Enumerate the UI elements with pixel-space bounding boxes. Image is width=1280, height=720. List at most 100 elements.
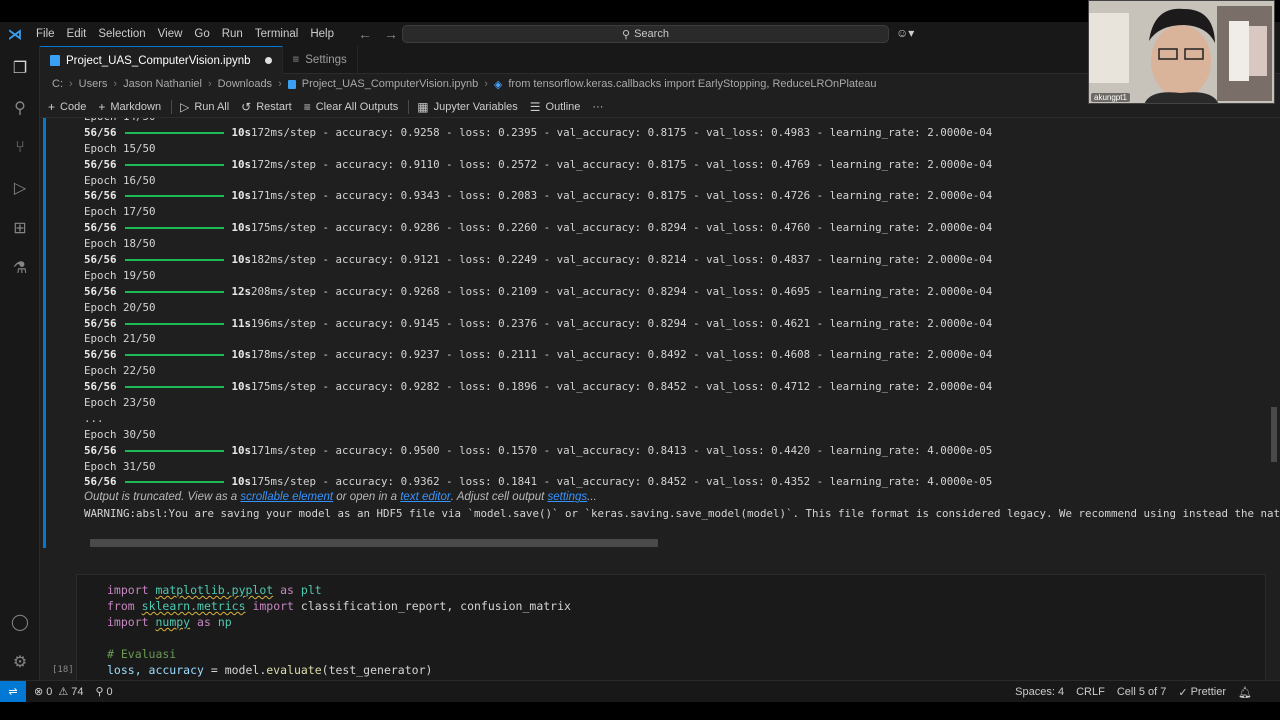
metric-value: 10s bbox=[231, 443, 252, 457]
more-actions-button[interactable]: ··· bbox=[592, 101, 603, 113]
output-line: Epoch 21/50 bbox=[84, 332, 156, 346]
metric-value: 4.0000e-05 bbox=[927, 443, 993, 457]
settings-tab-icon: ≡ bbox=[292, 54, 300, 66]
code-token: np bbox=[217, 614, 232, 629]
explorer-icon[interactable]: ❐ bbox=[8, 56, 32, 80]
warning-icon: ⚠ bbox=[58, 686, 69, 698]
notice-text: or open in a bbox=[333, 491, 401, 504]
account-icon[interactable]: ◯ bbox=[8, 610, 32, 634]
ports-indicator[interactable]: ⚲ 0 bbox=[95, 685, 112, 699]
remote-indicator-icon[interactable]: ⇌ bbox=[0, 680, 26, 702]
progress-bar bbox=[124, 386, 224, 389]
menu-terminal[interactable]: Terminal bbox=[249, 22, 304, 46]
metric-value: 0.9110 bbox=[400, 157, 440, 171]
chevron-right-icon: › bbox=[113, 78, 118, 90]
code-token: loss, accuracy bbox=[107, 662, 204, 677]
add-code-button[interactable]: + Code bbox=[48, 100, 86, 114]
metric-value: 0.9362 bbox=[400, 475, 440, 489]
code-token: matplotlib.pyplot bbox=[155, 583, 274, 597]
crumb-downloads[interactable]: Downloads bbox=[218, 78, 272, 90]
menu-view[interactable]: View bbox=[152, 22, 189, 46]
search-label: Search bbox=[634, 28, 669, 40]
metric-value: 0.8214 bbox=[647, 253, 687, 267]
crumb-users[interactable]: Users bbox=[79, 78, 108, 90]
chevron-right-icon: › bbox=[484, 78, 488, 90]
crumb-cell[interactable]: from tensorflow.keras.callbacks import E… bbox=[508, 78, 876, 90]
search-icon: ⚲ bbox=[622, 28, 631, 41]
run-all-button[interactable]: ▷ Run All bbox=[180, 100, 229, 114]
menu-run[interactable]: Run bbox=[216, 22, 249, 46]
progress-bar bbox=[124, 131, 224, 134]
vertical-scrollbar[interactable] bbox=[1271, 407, 1277, 462]
metric-value: 0.9258 bbox=[400, 125, 440, 139]
clear-all-icon: ≡ bbox=[303, 99, 311, 114]
code-editor[interactable]: import matplotlib.pyplot as plt from skl… bbox=[107, 583, 571, 678]
metric-value: 10s bbox=[231, 189, 252, 203]
progress-line: 56/56 10s 172ms/step - accuracy: 0.9258 -… bbox=[84, 125, 993, 139]
progress-bar bbox=[124, 322, 224, 325]
metric-value: 0.1896 bbox=[498, 380, 538, 394]
source-control-icon[interactable]: ⑂ bbox=[8, 136, 32, 160]
metric-value: 56/56 bbox=[84, 443, 117, 457]
tab-notebook[interactable]: Project_UAS_ComputerVision.ipynb bbox=[40, 46, 283, 74]
metric-value: 56/56 bbox=[84, 157, 117, 171]
notifications-bell-icon[interactable]: 🔔︎ bbox=[1238, 686, 1252, 699]
indentation-status[interactable]: Spaces: 4 bbox=[1015, 686, 1064, 698]
chevron-right-icon: › bbox=[69, 78, 73, 90]
execution-count: [18] bbox=[52, 665, 74, 675]
metric-value: 171ms/step bbox=[251, 189, 317, 203]
problems-indicator[interactable]: ⊗ 0 ⚠ 74 bbox=[34, 685, 84, 699]
output-link[interactable]: text editor bbox=[400, 490, 451, 506]
jupyter-variables-button[interactable]: ▦ Jupyter Variables bbox=[417, 100, 518, 114]
copilot-icon[interactable]: ☺▾ bbox=[896, 26, 914, 40]
code-token: import bbox=[252, 598, 294, 613]
cell-position-status[interactable]: Cell 5 of 7 bbox=[1117, 686, 1167, 698]
output-link[interactable]: scrollable element bbox=[240, 490, 333, 506]
tab-settings[interactable]: ≡ Settings bbox=[283, 46, 358, 74]
prettier-status[interactable]: ✓ Prettier bbox=[1178, 686, 1226, 699]
progress-bar bbox=[124, 227, 224, 230]
menu-go[interactable]: Go bbox=[188, 22, 215, 46]
output-link[interactable]: settings bbox=[547, 490, 587, 506]
menu-help[interactable]: Help bbox=[304, 22, 340, 46]
clear-outputs-button[interactable]: ≡ Clear All Outputs bbox=[304, 100, 399, 114]
menu-selection[interactable]: Selection bbox=[92, 22, 151, 46]
metric-value: 0.8452 bbox=[647, 475, 687, 489]
metric-value: 0.2376 bbox=[498, 316, 538, 330]
outline-button[interactable]: ☰ Outline bbox=[530, 100, 581, 114]
add-markdown-button[interactable]: + Markdown bbox=[98, 100, 161, 114]
progress-line: 56/56 10s 171ms/step - accuracy: 0.9500 -… bbox=[84, 443, 993, 457]
run-debug-icon[interactable]: ▷ bbox=[8, 176, 32, 200]
progress-bar bbox=[124, 290, 224, 293]
unsaved-dot-icon[interactable] bbox=[264, 57, 272, 64]
restart-button[interactable]: ↺ Restart bbox=[241, 100, 292, 114]
output-line: ... bbox=[84, 411, 104, 425]
restart-icon: ↺ bbox=[241, 99, 252, 114]
settings-gear-icon[interactable]: ⚙ bbox=[8, 650, 32, 674]
menu-edit[interactable]: Edit bbox=[61, 22, 93, 46]
metric-value: 2.0000e-04 bbox=[927, 348, 993, 362]
cell-output[interactable]: Epoch 14/5056/5610s 172ms/step - accurac… bbox=[40, 118, 1280, 548]
search-sidebar-icon[interactable]: ⚲ bbox=[8, 96, 32, 120]
notice-text: ... bbox=[587, 491, 597, 504]
crumb-drive[interactable]: C: bbox=[52, 78, 63, 90]
error-count: 0 bbox=[46, 685, 53, 698]
crumb-user[interactable]: Jason Nathaniel bbox=[123, 78, 202, 90]
testing-icon[interactable]: ⚗ bbox=[8, 256, 32, 280]
menu-file[interactable]: File bbox=[30, 22, 61, 46]
metric-value: 0.9343 bbox=[400, 189, 440, 203]
horizontal-scrollbar[interactable] bbox=[90, 539, 658, 547]
crumb-notebook[interactable]: Project_UAS_ComputerVision.ipynb bbox=[302, 78, 479, 90]
extensions-icon[interactable]: ⊞ bbox=[8, 216, 32, 240]
metric-value: 0.9121 bbox=[400, 253, 440, 267]
forward-arrow-icon[interactable]: → bbox=[384, 26, 398, 42]
code-cell[interactable]: import matplotlib.pyplot as plt from skl… bbox=[76, 574, 1266, 684]
toolbar-divider bbox=[408, 99, 410, 114]
back-arrow-icon[interactable]: ← bbox=[358, 26, 372, 42]
warning-count: 74 bbox=[71, 685, 84, 698]
add-markdown-label: Markdown bbox=[110, 100, 162, 113]
metric-value: 56/56 bbox=[84, 221, 117, 235]
status-bar: ⇌ ⊗ 0 ⚠ 74 ⚲ 0 Spaces: 4 CRLF Cell 5 of 7 ✓… bbox=[0, 680, 1280, 702]
eol-status[interactable]: CRLF bbox=[1076, 686, 1105, 698]
command-search-box[interactable]: ⚲ Search bbox=[402, 25, 889, 43]
